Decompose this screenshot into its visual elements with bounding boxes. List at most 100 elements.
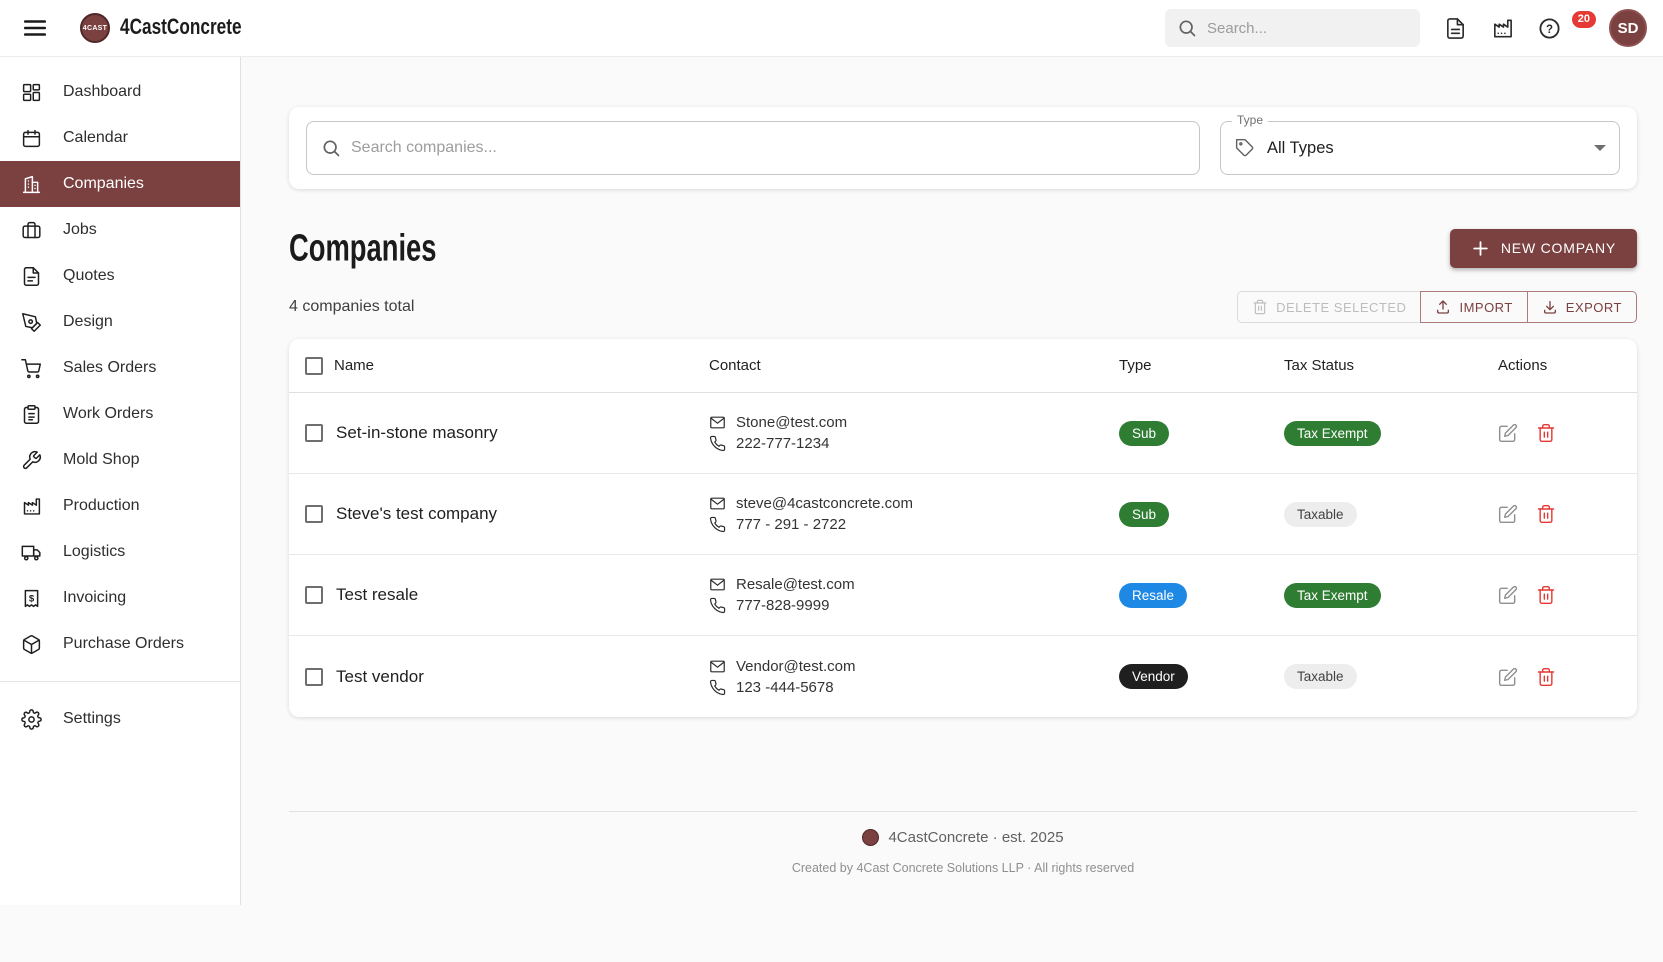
company-name: Set-in-stone masonry [334, 423, 709, 443]
sidebar-item-quotes[interactable]: Quotes [0, 253, 240, 299]
sidebar-item-label: Design [63, 313, 113, 331]
edit-icon[interactable] [1498, 667, 1518, 687]
avatar[interactable]: SD [1609, 9, 1647, 47]
delete-selected-label: DELETE SELECTED [1276, 300, 1406, 315]
table-row: Test resale Resale@test.com 777-828-9999… [289, 555, 1637, 636]
main-content: Type All Types Companies NEW COMPANY 4 c… [241, 57, 1663, 875]
type-filter-select[interactable]: Type All Types [1220, 121, 1620, 175]
table-actions-group: DELETE SELECTED IMPORT EXPORT [1237, 291, 1637, 323]
new-company-button[interactable]: NEW COMPANY [1450, 229, 1637, 268]
row-checkbox[interactable] [305, 668, 323, 686]
table-row: Test vendor Vendor@test.com 123 -444-567… [289, 636, 1637, 717]
column-header-name: Name [334, 357, 709, 374]
quote-document-icon [21, 266, 42, 287]
delete-selected-button[interactable]: DELETE SELECTED [1237, 291, 1421, 323]
edit-icon[interactable] [1498, 504, 1518, 524]
footer-logo [862, 829, 879, 846]
delete-icon[interactable] [1536, 504, 1556, 524]
tax-status-badge: Taxable [1284, 664, 1357, 689]
company-phone: 222-777-1234 [736, 435, 829, 452]
tax-status-badge: Tax Exempt [1284, 421, 1381, 446]
companies-total-text: 4 companies total [289, 298, 414, 316]
export-button[interactable]: EXPORT [1527, 291, 1637, 323]
chevron-down-icon [1594, 145, 1606, 151]
company-email: Vendor@test.com [736, 658, 855, 675]
sidebar-item-label: Production [63, 497, 140, 515]
sidebar-item-jobs[interactable]: Jobs [0, 207, 240, 253]
receipt-icon: $ [21, 588, 42, 609]
sidebar-item-calendar[interactable]: Calendar [0, 115, 240, 161]
sidebar-item-label: Work Orders [63, 405, 153, 423]
svg-text:$: $ [29, 593, 35, 604]
table-row: Set-in-stone masonry Stone@test.com 222-… [289, 393, 1637, 474]
truck-icon [21, 542, 42, 563]
documents-icon[interactable] [1444, 17, 1467, 40]
dashboard-icon [21, 82, 42, 103]
search-icon [1177, 18, 1197, 38]
edit-icon[interactable] [1498, 423, 1518, 443]
table-header-row: Name Contact Type Tax Status Actions [289, 339, 1637, 393]
sidebar-item-settings[interactable]: Settings [0, 696, 240, 742]
sidebar-item-production[interactable]: Production [0, 483, 240, 529]
company-email: Stone@test.com [736, 414, 847, 431]
email-icon [709, 414, 726, 431]
column-header-actions: Actions [1498, 357, 1637, 374]
company-name: Test vendor [334, 667, 709, 687]
phone-icon [709, 597, 726, 614]
sidebar-item-sales-orders[interactable]: Sales Orders [0, 345, 240, 391]
sidebar-item-label: Mold Shop [63, 451, 140, 469]
sidebar-item-companies[interactable]: Companies [0, 161, 240, 207]
delete-icon[interactable] [1536, 423, 1556, 443]
sidebar-item-work-orders[interactable]: Work Orders [0, 391, 240, 437]
phone-icon [709, 679, 726, 696]
clipboard-icon [21, 404, 42, 425]
row-checkbox[interactable] [305, 424, 323, 442]
trash-icon [1252, 299, 1268, 315]
email-icon [709, 576, 726, 593]
cart-icon [21, 358, 42, 379]
company-name: Steve's test company [334, 504, 709, 524]
menu-icon[interactable] [22, 15, 48, 41]
company-phone: 123 -444-5678 [736, 679, 834, 696]
footer-brand-line: 4CastConcrete · est. 2025 [888, 829, 1063, 846]
global-search[interactable] [1165, 9, 1420, 47]
delete-icon[interactable] [1536, 667, 1556, 687]
pen-nib-icon [21, 312, 42, 333]
sidebar-item-label: Calendar [63, 129, 128, 147]
sidebar-item-purchase-orders[interactable]: Purchase Orders [0, 621, 240, 667]
sidebar-item-mold-shop[interactable]: Mold Shop [0, 437, 240, 483]
calendar-icon [21, 128, 42, 149]
import-label: IMPORT [1459, 300, 1512, 315]
sidebar-item-dashboard[interactable]: Dashboard [0, 69, 240, 115]
plus-icon [1471, 239, 1490, 258]
sidebar-item-invoicing[interactable]: $ Invoicing [0, 575, 240, 621]
delete-icon[interactable] [1536, 585, 1556, 605]
production-chart-icon[interactable] [1491, 17, 1514, 40]
sidebar-item-design[interactable]: Design [0, 299, 240, 345]
sidebar-divider [0, 681, 240, 682]
companies-search[interactable] [306, 121, 1200, 175]
companies-search-input[interactable] [351, 139, 1185, 157]
column-header-type: Type [1119, 357, 1284, 374]
tax-status-badge: Taxable [1284, 502, 1357, 527]
briefcase-icon [21, 220, 42, 241]
sidebar-item-label: Jobs [63, 221, 97, 239]
select-all-checkbox[interactable] [305, 357, 323, 375]
sidebar-item-label: Companies [63, 175, 144, 193]
column-header-tax-status: Tax Status [1284, 357, 1498, 374]
import-button[interactable]: IMPORT [1420, 291, 1527, 323]
row-checkbox[interactable] [305, 586, 323, 604]
row-checkbox[interactable] [305, 505, 323, 523]
wrench-icon [21, 450, 42, 471]
sidebar-item-label: Dashboard [63, 83, 141, 101]
edit-icon[interactable] [1498, 585, 1518, 605]
column-header-contact: Contact [709, 357, 1119, 374]
help-icon[interactable]: ? [1538, 17, 1561, 40]
company-phone: 777 - 291 - 2722 [736, 516, 846, 533]
brand-logo: 4CAST [80, 13, 110, 43]
phone-icon [709, 435, 726, 452]
type-badge: Resale [1119, 583, 1187, 608]
global-search-input[interactable] [1207, 20, 1408, 37]
email-icon [709, 658, 726, 675]
sidebar-item-logistics[interactable]: Logistics [0, 529, 240, 575]
